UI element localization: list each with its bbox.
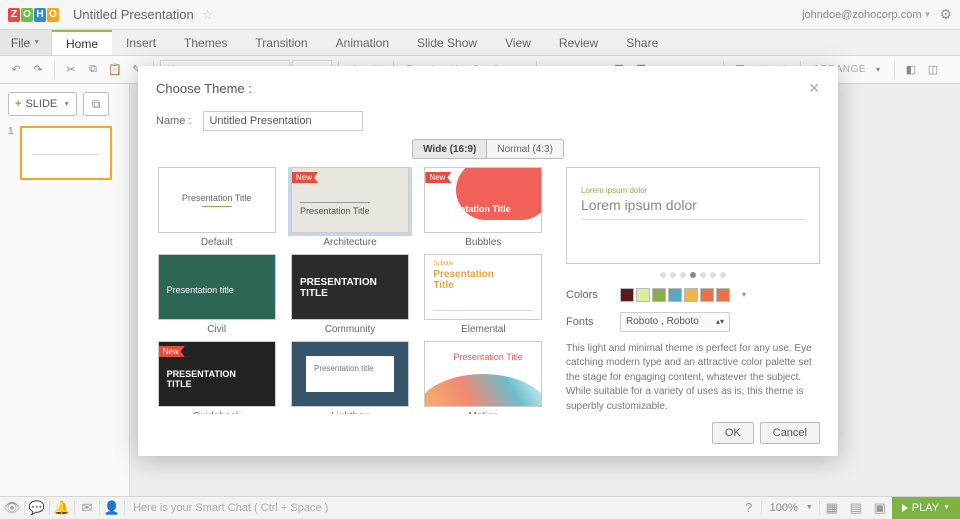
color-more-icon[interactable]: ▾	[742, 290, 746, 299]
theme-elemental[interactable]: SubtitlePresentation Title Elemental	[423, 254, 544, 335]
theme-community[interactable]: PRESENTATIONTITLE Community	[289, 254, 410, 335]
aspect-toggle: Wide (16:9) Normal (4:3)	[156, 139, 820, 159]
presentation-name-input[interactable]	[203, 111, 363, 131]
new-badge: New	[292, 172, 318, 183]
theme-guidebook[interactable]: NewPRESENTATIONTITLE Guidebook	[156, 341, 277, 414]
font-select[interactable]: Roboto , Roboto▴▾	[620, 312, 730, 332]
theme-bubbles[interactable]: NewPresentation Title Bubbles	[423, 167, 544, 248]
ok-button[interactable]: OK	[712, 422, 754, 444]
choose-theme-dialog: Choose Theme : ✕ Name : Wide (16:9) Norm…	[138, 66, 838, 456]
name-label: Name :	[156, 115, 191, 127]
theme-architecture[interactable]: NewPresentation Title Architecture	[289, 167, 410, 248]
theme-description: This light and minimal theme is perfect …	[566, 342, 820, 415]
colors-label: Colors	[566, 289, 608, 301]
theme-grid[interactable]: Presentation Title Default NewPresentati…	[156, 167, 552, 414]
new-badge: New	[159, 346, 185, 357]
theme-default[interactable]: Presentation Title Default	[156, 167, 277, 248]
cancel-button[interactable]: Cancel	[760, 422, 820, 444]
modal-overlay: Choose Theme : ✕ Name : Wide (16:9) Norm…	[0, 0, 960, 518]
aspect-normal-button[interactable]: Normal (4:3)	[486, 139, 564, 159]
theme-preview-pane: Lorem ipsum dolor Lorem ipsum dolor Colo…	[552, 167, 820, 414]
new-badge: New	[425, 172, 451, 183]
fonts-label: Fonts	[566, 316, 608, 328]
theme-preview: Lorem ipsum dolor Lorem ipsum dolor	[566, 167, 820, 264]
preview-pager[interactable]	[566, 272, 820, 278]
aspect-wide-button[interactable]: Wide (16:9)	[412, 139, 486, 159]
theme-motion[interactable]: Presentation Title Motion	[423, 341, 544, 414]
theme-lightbox[interactable]: Presentation title Lightbox	[289, 341, 410, 414]
theme-civil[interactable]: Presentation title Civil	[156, 254, 277, 335]
color-swatches[interactable]	[620, 288, 730, 302]
dialog-title: Choose Theme :	[156, 81, 252, 96]
close-icon[interactable]: ✕	[808, 80, 820, 97]
